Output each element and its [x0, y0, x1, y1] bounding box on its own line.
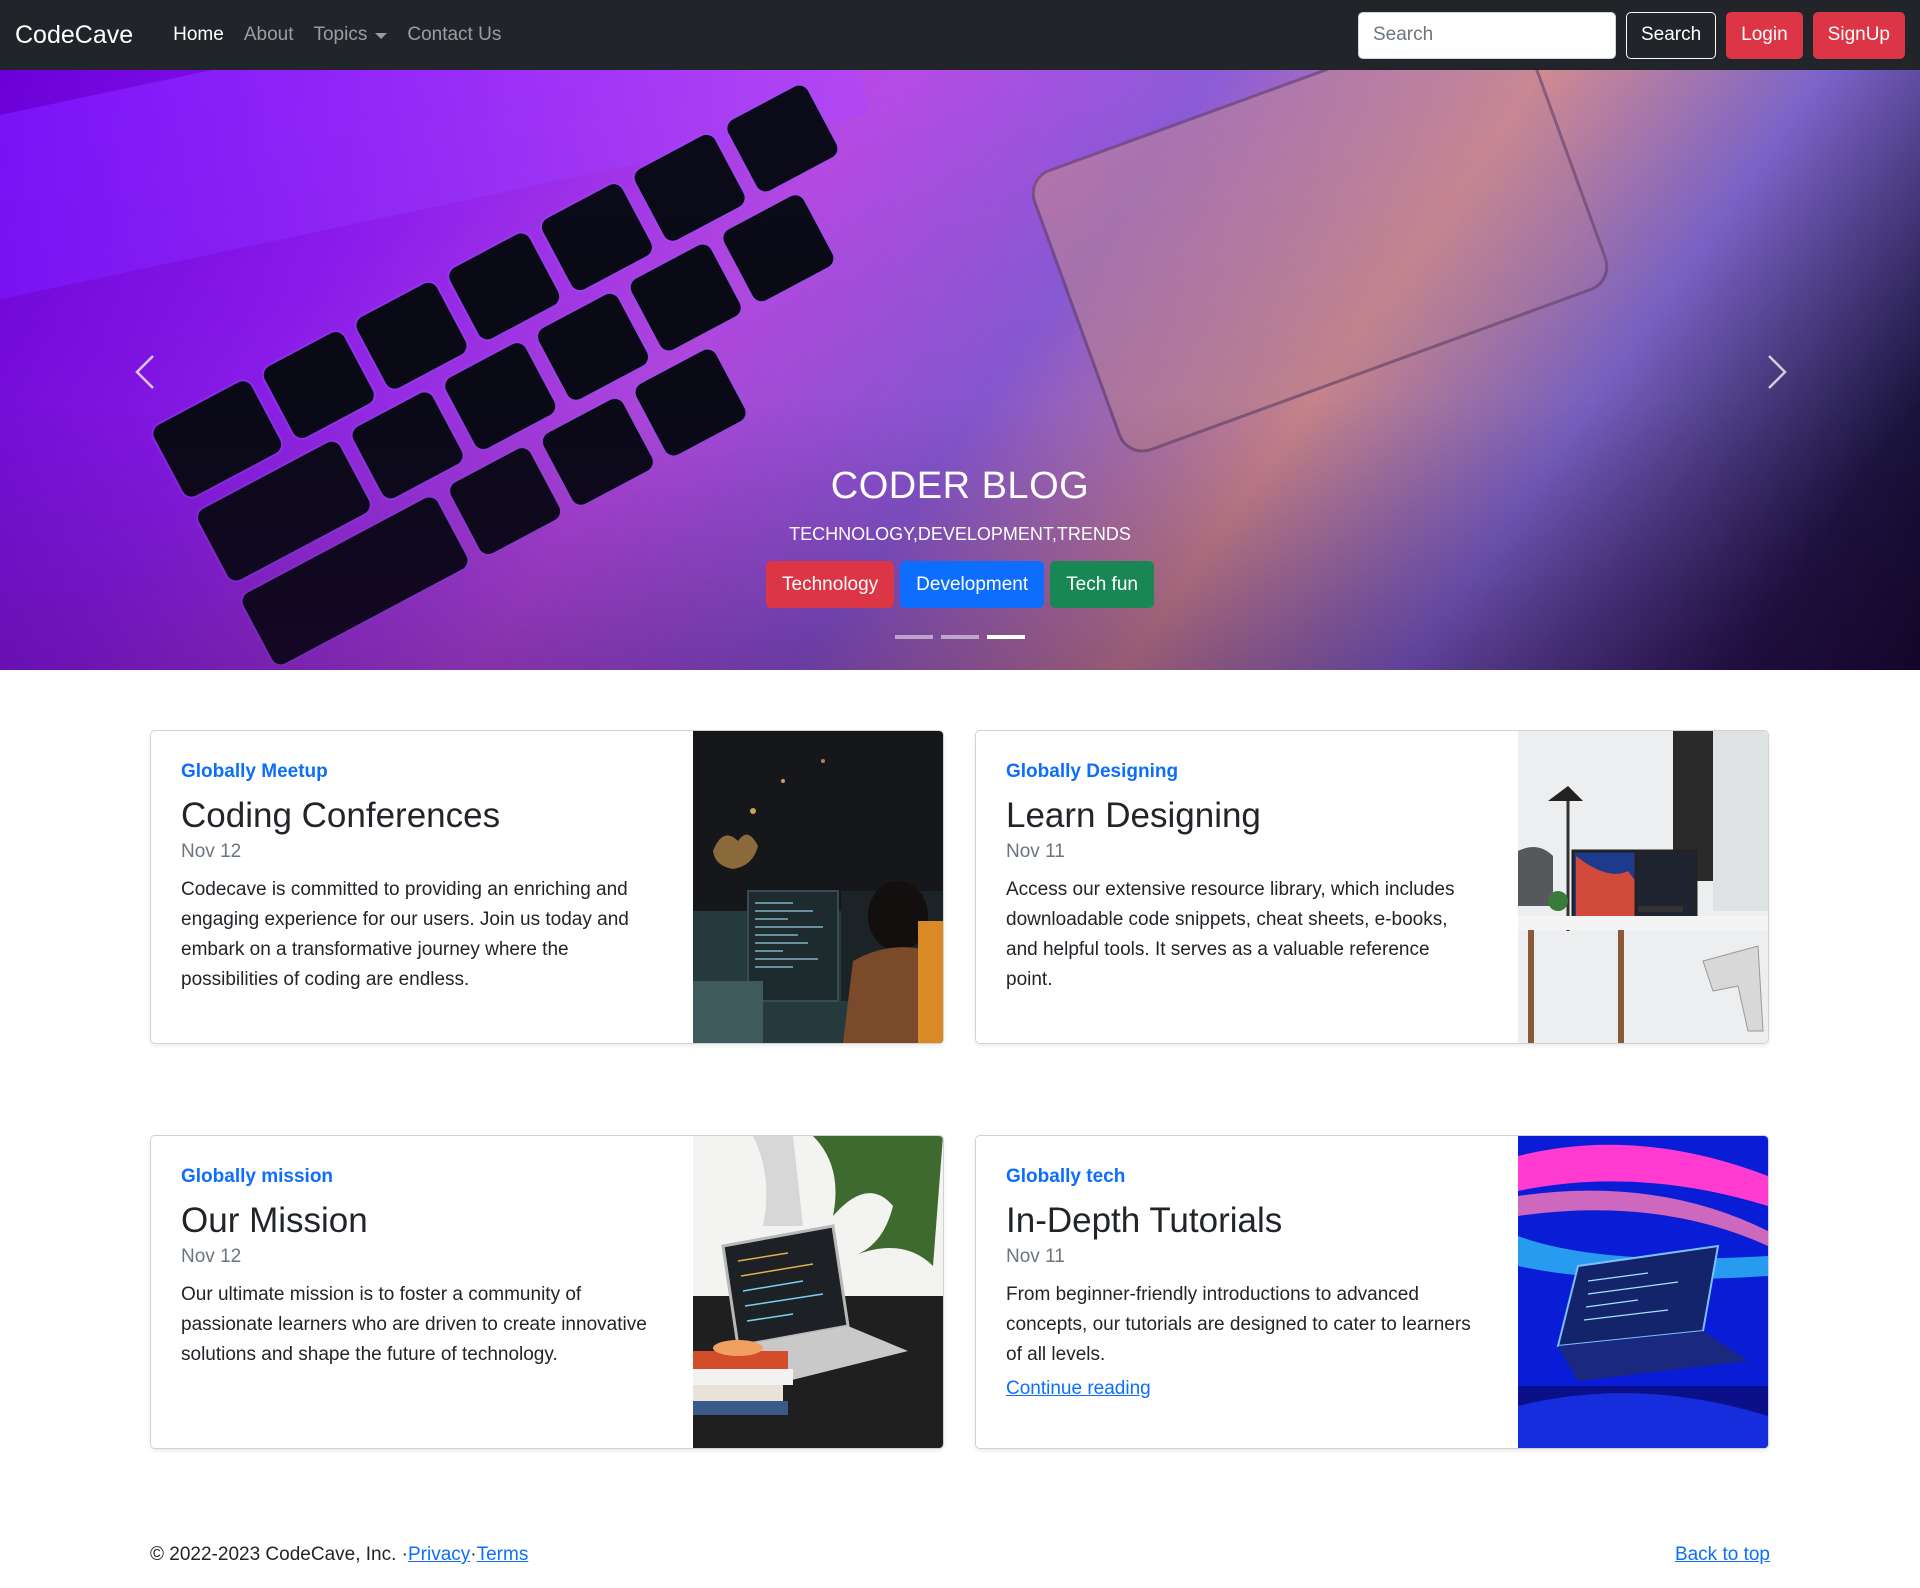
- continue-reading-link[interactable]: Continue reading: [1006, 1378, 1151, 1400]
- card-category: Globally Meetup: [181, 761, 328, 782]
- card-date: Nov 12: [181, 1246, 242, 1267]
- development-button[interactable]: Development: [900, 561, 1045, 608]
- card-title: Learn Designing: [1006, 796, 1261, 835]
- card-text: Our ultimate mission is to foster a comm…: [181, 1284, 647, 1365]
- card-body: Globally tech In-Depth Tutorials Nov 11 …: [1006, 1166, 1476, 1400]
- login-button[interactable]: Login: [1726, 11, 1803, 59]
- carousel-caption: CODER BLOG TECHNOLOGY,DEVELOPMENT,TRENDS…: [0, 465, 1920, 608]
- card-title: Coding Conferences: [181, 796, 501, 835]
- search-input[interactable]: [1357, 11, 1616, 59]
- technology-button[interactable]: Technology: [766, 561, 895, 608]
- card-title: In-Depth Tutorials: [1006, 1201, 1283, 1240]
- hero-button-group: Technology Development Tech fun: [0, 561, 1920, 608]
- nav-link-contact[interactable]: Contact Us: [397, 24, 511, 46]
- terms-link[interactable]: Terms: [477, 1544, 529, 1566]
- card-coding-conferences: Globally Meetup Coding Conferences Nov 1…: [150, 730, 944, 1044]
- signup-button[interactable]: SignUp: [1812, 11, 1905, 59]
- card-date: Nov 12: [181, 841, 242, 862]
- hero-title: CODER BLOG: [830, 465, 1090, 507]
- carousel-indicator-3[interactable]: [987, 635, 1025, 639]
- card-body: Globally Meetup Coding Conferences Nov 1…: [181, 761, 651, 995]
- card-category: Globally mission: [181, 1166, 334, 1187]
- nav-links: Home About Topics Contact Us: [163, 24, 511, 46]
- nav-link-home[interactable]: Home: [163, 24, 234, 46]
- card-thumbnail-image: [693, 1136, 943, 1448]
- card-body: Globally Designing Learn Designing Nov 1…: [1006, 761, 1476, 995]
- card-category: Globally Designing: [1006, 761, 1179, 782]
- chevron-right-icon: [1768, 355, 1787, 389]
- card-thumbnail-image: [693, 731, 943, 1043]
- card-title: Our Mission: [181, 1201, 368, 1240]
- card-category: Globally tech: [1006, 1166, 1126, 1187]
- card-date: Nov 11: [1006, 1246, 1065, 1267]
- nav-link-about[interactable]: About: [234, 24, 304, 46]
- navbar: CodeCave Home About Topics Contact Us Se…: [0, 0, 1920, 70]
- nav-right-group: Search Login SignUp: [1357, 11, 1905, 59]
- card-date: Nov 11: [1006, 841, 1065, 862]
- caret-down-icon: [375, 33, 388, 39]
- card-thumbnail-image: [1518, 731, 1768, 1043]
- carousel-indicator-2[interactable]: [941, 635, 979, 639]
- card-learn-designing: Globally Designing Learn Designing Nov 1…: [975, 730, 1769, 1044]
- nav-link-topics-label: Topics: [313, 24, 368, 45]
- chevron-left-icon: [135, 355, 154, 389]
- back-to-top-link[interactable]: Back to top: [1675, 1544, 1770, 1566]
- carousel-next-button[interactable]: [1762, 342, 1792, 402]
- carousel-indicators: [0, 635, 1920, 639]
- card-body: Globally mission Our Mission Nov 12 Our …: [181, 1166, 651, 1370]
- carousel-indicator-1[interactable]: [895, 635, 933, 639]
- card-text: Access our extensive resource library, w…: [1006, 879, 1455, 990]
- card-thumbnail-image: [1518, 1136, 1768, 1448]
- hero-carousel: CODER BLOG TECHNOLOGY,DEVELOPMENT,TRENDS…: [0, 70, 1920, 670]
- search-button[interactable]: Search: [1625, 11, 1717, 59]
- carousel-prev-button[interactable]: [130, 342, 160, 402]
- card-our-mission: Globally mission Our Mission Nov 12 Our …: [150, 1135, 944, 1449]
- card-text: From beginner-friendly introductions to …: [1006, 1284, 1471, 1365]
- brand-logo[interactable]: CodeCave: [15, 21, 133, 50]
- footer-copyright: © 2022-2023 CodeCave, Inc. ·: [150, 1544, 408, 1565]
- privacy-link[interactable]: Privacy: [408, 1544, 470, 1566]
- nav-link-topics-dropdown[interactable]: Topics: [303, 24, 397, 46]
- card-text: Codecave is committed to providing an en…: [181, 879, 629, 990]
- card-in-depth-tutorials: Globally tech In-Depth Tutorials Nov 11 …: [975, 1135, 1769, 1449]
- footer: © 2022-2023 CodeCave, Inc. · Privacy · T…: [150, 1540, 1770, 1570]
- hero-subtitle: TECHNOLOGY,DEVELOPMENT,TRENDS: [789, 524, 1131, 544]
- tech-fun-button[interactable]: Tech fun: [1050, 561, 1154, 608]
